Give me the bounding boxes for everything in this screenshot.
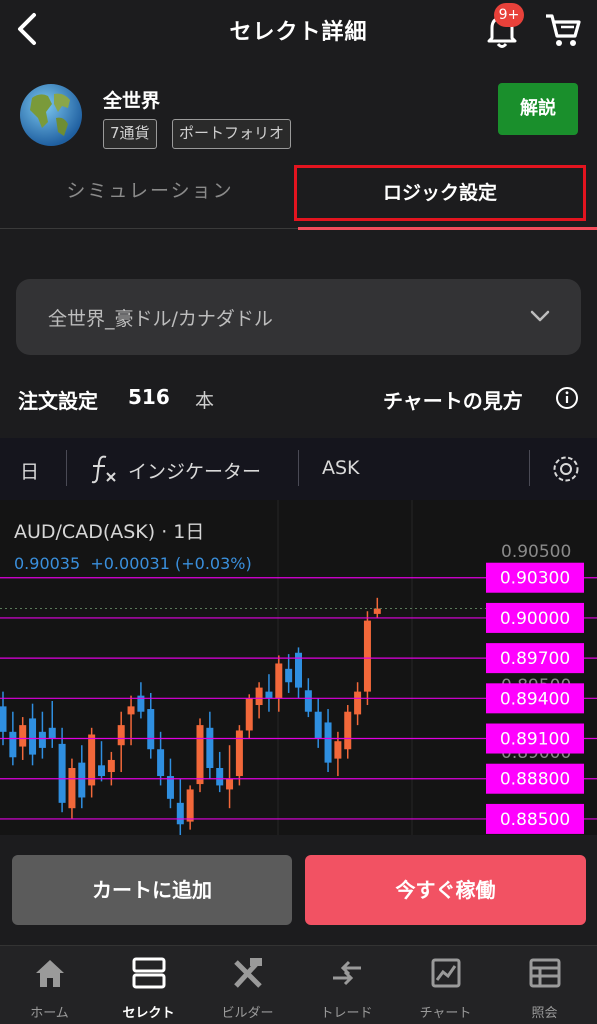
currency-count-tag: 7通貨 xyxy=(103,119,157,149)
nav-item-select[interactable]: セレクト xyxy=(99,946,198,1024)
candle-body xyxy=(127,706,135,715)
nav-item-inquiry[interactable]: 照会 xyxy=(495,946,594,1024)
candle-body xyxy=(324,722,332,763)
function-icon[interactable] xyxy=(90,453,118,485)
candle-body xyxy=(98,765,105,777)
chart-toolbar: 日 インジケーター ASK xyxy=(0,438,597,500)
candle-body xyxy=(235,730,243,777)
nav-label: セレクト xyxy=(122,1006,175,1021)
indicator-button[interactable]: インジケーター xyxy=(128,457,261,484)
candle-body xyxy=(48,727,56,739)
nav-item-trade[interactable]: トレード xyxy=(297,946,396,1024)
portfolio-name: 全世界 xyxy=(103,90,161,112)
run-now-button[interactable]: 今すぐ稼働 xyxy=(305,855,586,925)
candle-body xyxy=(344,711,352,750)
candle-body xyxy=(304,690,312,712)
candle-body xyxy=(265,691,273,699)
candle-body xyxy=(88,734,96,786)
price-type-selector[interactable]: ASK xyxy=(322,457,360,479)
candle-body xyxy=(216,768,224,786)
candle-body xyxy=(117,725,125,746)
nav-label: 照会 xyxy=(531,1006,558,1021)
portfolio-tag: ポートフォリオ xyxy=(172,119,292,149)
candle-body xyxy=(186,789,194,822)
chart-symbol: AUD/CAD(ASK) · 1日 xyxy=(14,521,205,543)
candle-body xyxy=(314,711,322,739)
toolbar-divider xyxy=(66,450,67,486)
order-price-label: 0.90000 xyxy=(500,609,570,629)
notification-badge: 9+ xyxy=(494,3,524,27)
nav-label: ホーム xyxy=(30,1006,69,1021)
app-header: セレクト詳細 9+ xyxy=(0,0,597,62)
candle-body xyxy=(19,725,27,747)
builder-icon xyxy=(234,958,262,988)
explain-button[interactable]: 解説 xyxy=(498,83,578,135)
tab-logic-settings[interactable]: ロジック設定 xyxy=(294,165,586,221)
chart-quote: 0.90035 +0.00031 (+0.03%) xyxy=(14,554,252,573)
nav-item-builder[interactable]: ビルダー xyxy=(198,946,297,1024)
logic-select[interactable]: 全世界_豪ドル/カナダドル xyxy=(16,279,581,355)
period-selector[interactable]: 日 xyxy=(20,457,39,484)
order-settings-label: 注文設定 xyxy=(18,389,98,413)
tab-simulation[interactable]: シミュレーション xyxy=(0,176,300,203)
order-price-label: 0.90300 xyxy=(500,569,570,589)
chart-canvas: 0.905000.895000.89000 0.903000.900000.89… xyxy=(0,500,597,835)
add-to-cart-button[interactable]: カートに追加 xyxy=(12,855,292,925)
order-price-label: 0.88800 xyxy=(500,770,570,790)
bottom-nav: ホーム セレクト ビルダー トレード チャート 照会 xyxy=(0,945,597,1024)
candle-body xyxy=(78,762,86,798)
candlestick-chart[interactable]: 0.905000.895000.89000 0.903000.900000.89… xyxy=(0,500,597,835)
candle-body xyxy=(166,776,174,799)
candle-body xyxy=(29,718,37,755)
candle-body xyxy=(255,687,263,706)
candle-body xyxy=(275,663,283,699)
candle-body xyxy=(334,741,342,759)
candle-body xyxy=(147,709,155,750)
candle-body xyxy=(363,620,371,692)
nav-item-home[interactable]: ホーム xyxy=(0,946,99,1024)
candle-body xyxy=(373,608,381,614)
order-unit: 本 xyxy=(195,390,215,412)
chart-howto-link[interactable]: チャートの見方 xyxy=(383,385,523,414)
order-price-label: 0.89400 xyxy=(500,689,570,709)
candle-body xyxy=(0,706,7,732)
home-icon xyxy=(36,960,64,987)
nav-item-chart[interactable]: チャート xyxy=(396,946,495,1024)
action-bar: カートに追加 今すぐ稼働 xyxy=(0,835,597,945)
candle-body xyxy=(196,725,204,785)
cart-icon[interactable] xyxy=(543,10,583,50)
toolbar-divider xyxy=(298,450,299,486)
candle-body xyxy=(157,749,165,777)
tab-active-indicator xyxy=(298,227,597,230)
toolbar-divider xyxy=(529,450,530,486)
nav-label: ビルダー xyxy=(221,1006,274,1021)
order-price-label: 0.88500 xyxy=(500,810,570,830)
info-icon[interactable] xyxy=(555,386,579,410)
price-axis-label: 0.90500 xyxy=(501,542,571,562)
candle-body xyxy=(226,778,234,790)
gear-icon[interactable] xyxy=(550,453,582,485)
candle-body xyxy=(107,759,115,773)
order-price-label: 0.89700 xyxy=(500,649,570,669)
candle-body xyxy=(9,731,17,758)
order-price-label: 0.89100 xyxy=(500,730,570,750)
inquiry-icon xyxy=(529,958,561,988)
nav-label: トレード xyxy=(320,1006,373,1021)
logic-select-value: 全世界_豪ドル/カナダドル xyxy=(48,308,273,330)
candle-body xyxy=(245,698,253,731)
trade-icon xyxy=(333,960,361,986)
candle-body xyxy=(176,802,184,825)
candle-body xyxy=(58,743,66,803)
nav-label: チャート xyxy=(419,1006,472,1021)
chart-icon xyxy=(431,958,461,988)
globe-icon xyxy=(20,84,82,146)
candle-body xyxy=(206,727,214,768)
order-count: 516 xyxy=(128,385,170,409)
candle-body xyxy=(38,731,46,748)
candle-body xyxy=(354,691,362,715)
candle-body xyxy=(68,768,76,809)
chevron-down-icon xyxy=(530,310,550,322)
select-icon xyxy=(132,957,166,989)
candle-body xyxy=(285,668,293,683)
